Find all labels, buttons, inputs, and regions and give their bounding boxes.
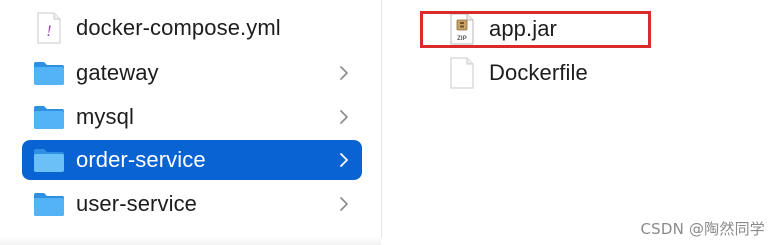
column-browser-left: ! docker-compose.yml gateway mysql order… — [0, 0, 381, 245]
folder-icon — [32, 143, 66, 177]
list-item-app-jar[interactable]: ZIP app.jar — [437, 9, 757, 49]
list-item-gateway[interactable]: gateway — [22, 53, 362, 93]
column-browser-right: ZIP app.jar Dockerfile — [382, 0, 779, 245]
svg-text:ZIP: ZIP — [457, 36, 467, 42]
item-label: gateway — [76, 60, 159, 85]
chevron-right-icon — [336, 194, 352, 214]
list-item-dockerfile[interactable]: Dockerfile — [437, 53, 757, 93]
chevron-right-icon — [336, 150, 352, 170]
folder-icon — [32, 100, 66, 134]
yaml-file-icon: ! — [32, 11, 66, 45]
zip-archive-icon: ZIP — [445, 12, 479, 46]
list-item-mysql[interactable]: mysql — [22, 97, 362, 137]
item-label: Dockerfile — [489, 60, 588, 85]
chevron-right-icon — [336, 107, 352, 127]
list-item-docker-compose[interactable]: ! docker-compose.yml — [22, 8, 362, 48]
list-item-user-service[interactable]: user-service — [22, 184, 362, 224]
list-item-order-service[interactable]: order-service — [22, 140, 362, 180]
item-label: app.jar — [489, 16, 557, 41]
scroll-edge — [0, 237, 381, 245]
folder-icon — [32, 187, 66, 221]
svg-text:!: ! — [46, 23, 51, 40]
document-icon — [445, 56, 479, 90]
item-label: mysql — [76, 104, 134, 129]
finder-window: ! docker-compose.yml gateway mysql order… — [0, 0, 779, 245]
watermark: CSDN @陶然同学 — [640, 220, 765, 238]
item-label: user-service — [76, 191, 198, 216]
folder-icon — [32, 56, 66, 90]
item-label: docker-compose.yml — [76, 15, 281, 40]
chevron-right-icon — [336, 63, 352, 83]
item-label: order-service — [76, 147, 206, 172]
